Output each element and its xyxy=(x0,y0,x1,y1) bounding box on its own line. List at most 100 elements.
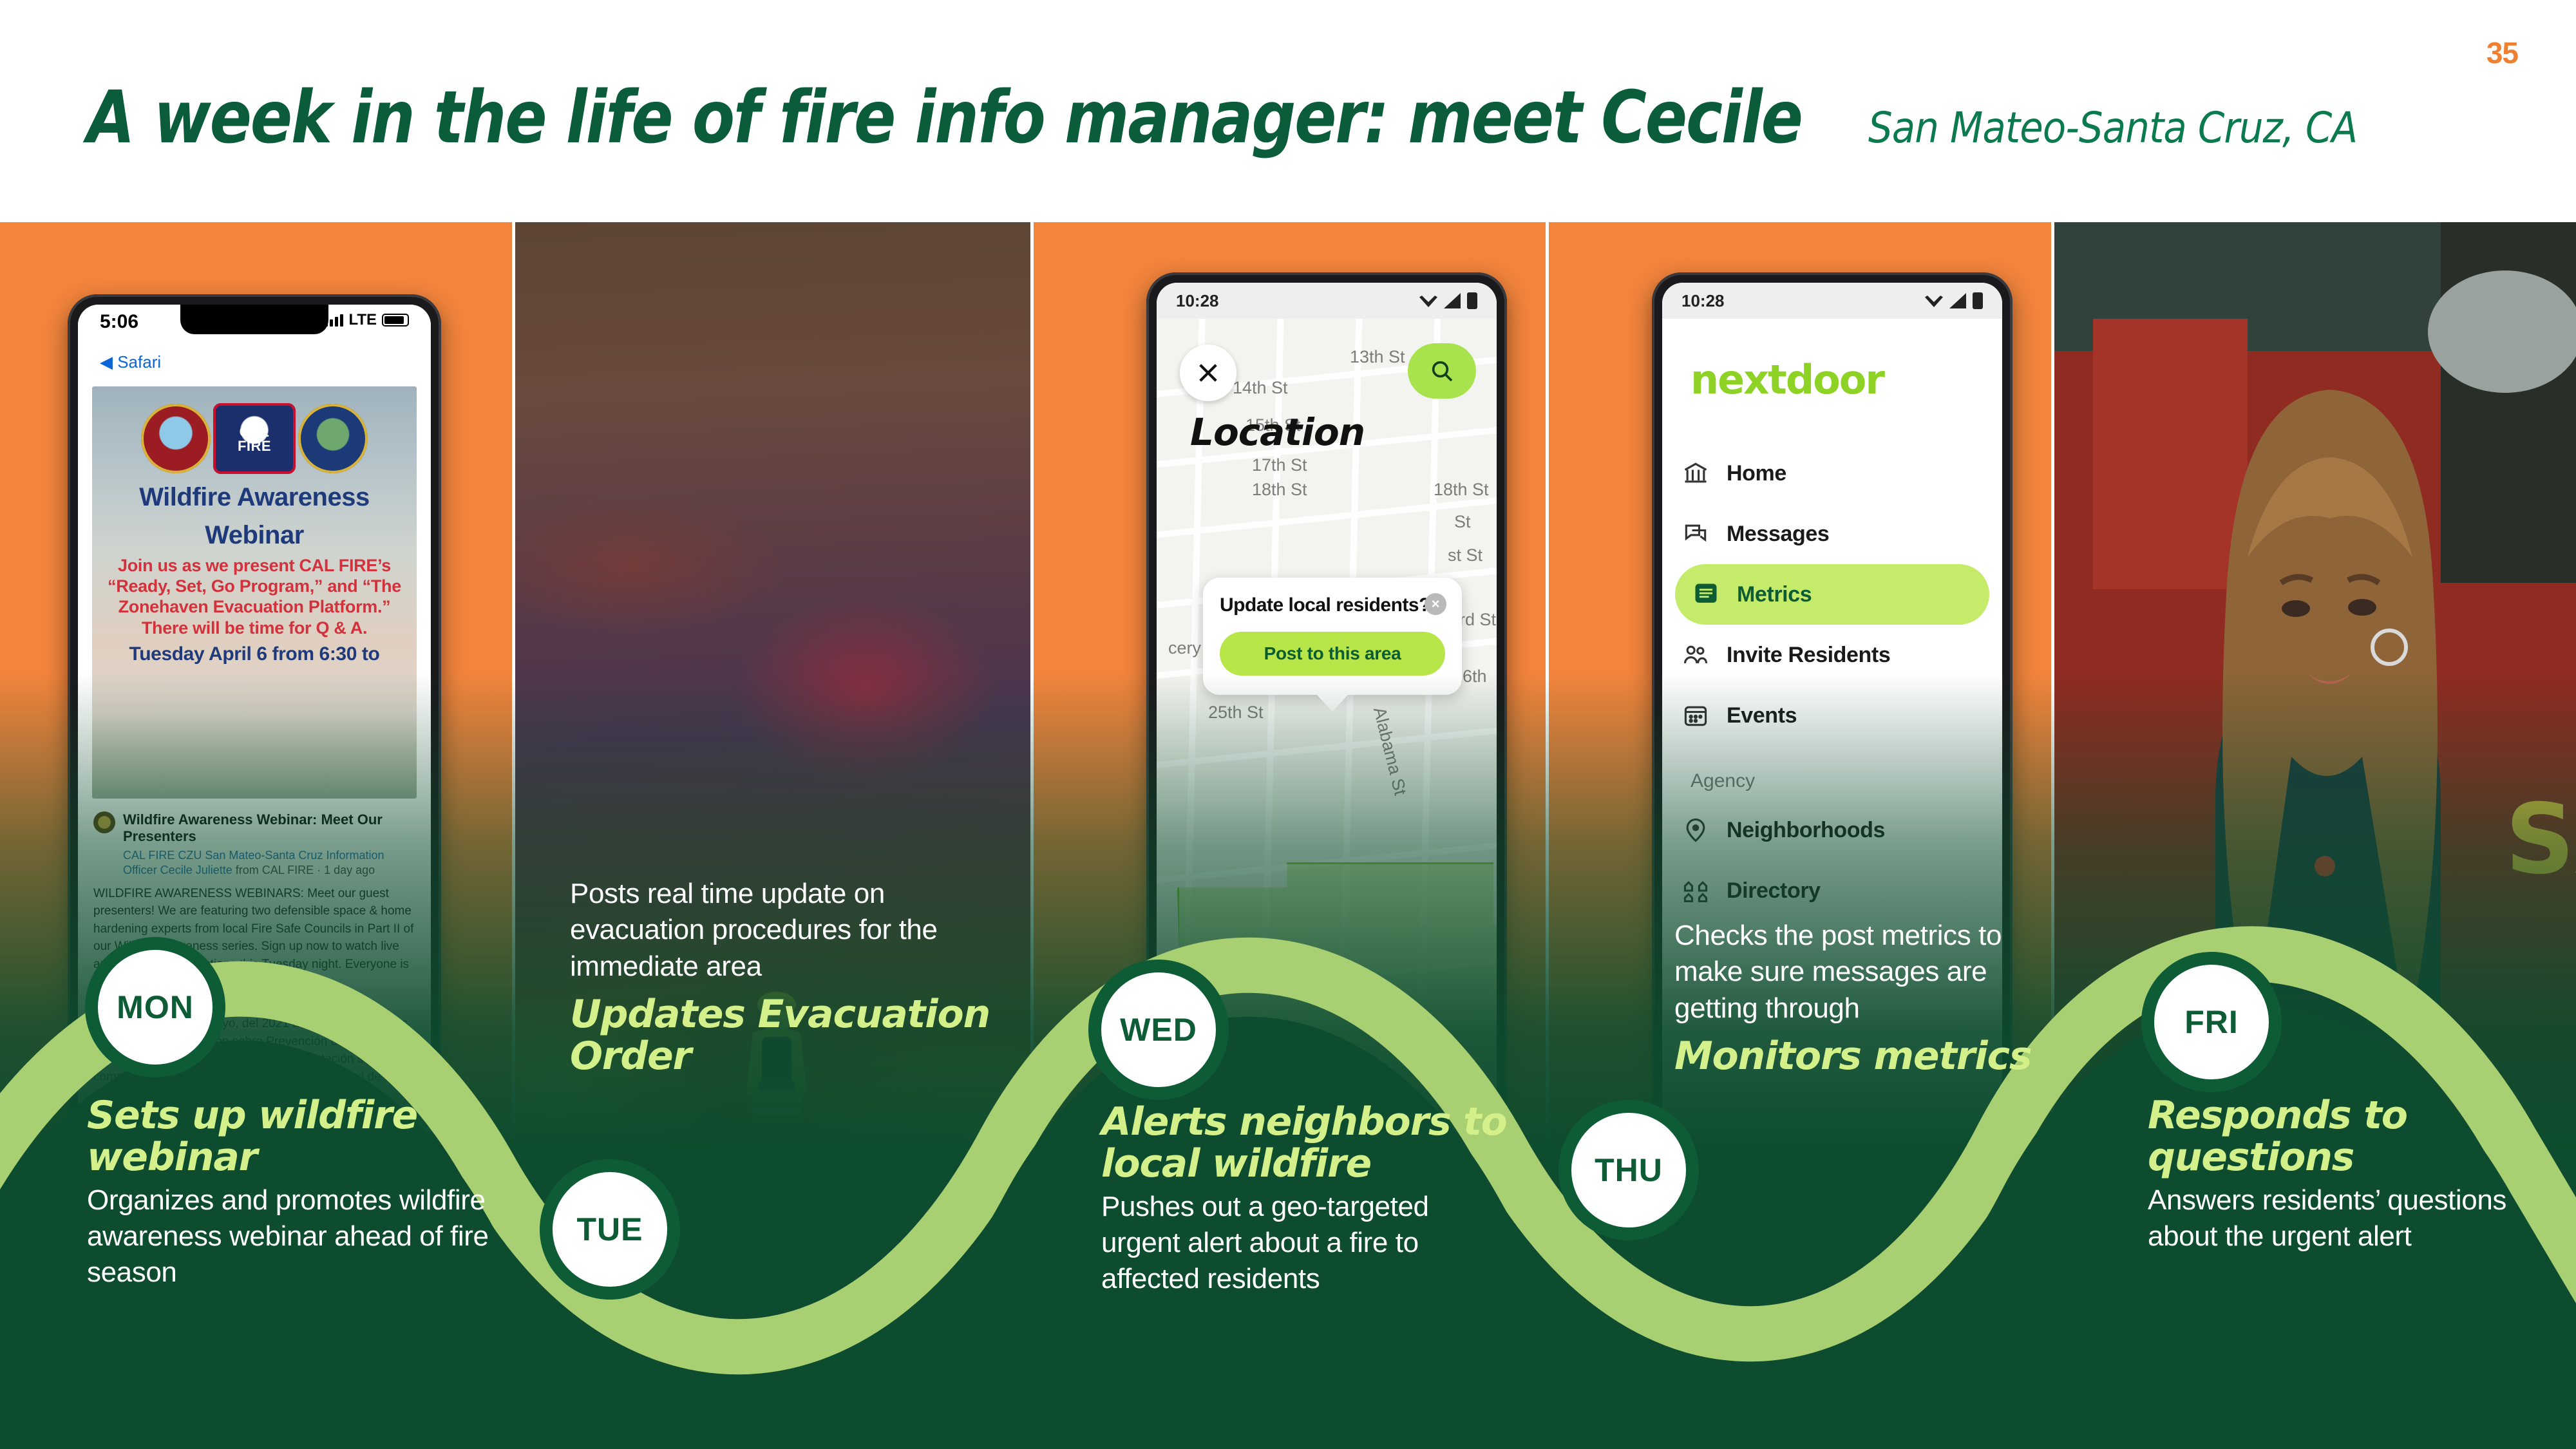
column-thursday: 10:28 nextdoor Home Messages Metrics Inv… xyxy=(1549,222,2051,1449)
network-label: LTE xyxy=(348,311,377,328)
menu-item-messages[interactable]: Messages xyxy=(1662,504,2002,564)
cal-fire-badge-text: CAL FIRE xyxy=(237,424,272,454)
back-to-safari-link[interactable]: ◀ Safari xyxy=(78,351,431,377)
wifi-icon xyxy=(1419,296,1437,307)
houses-icon xyxy=(1683,880,1708,903)
map-label: 17th St xyxy=(1252,455,1307,475)
coastside-fire-badge-icon xyxy=(141,404,211,473)
menu-item-events[interactable]: Events xyxy=(1662,685,2002,746)
post-title: Wildfire Awareness Webinar: Meet Our Pre… xyxy=(123,811,383,845)
battery-icon xyxy=(382,314,409,327)
post-meta: CAL FIRE CZU San Mateo-Santa Cruz Inform… xyxy=(123,848,415,878)
menu-item-home[interactable]: Home xyxy=(1662,443,2002,504)
calendar-icon xyxy=(1684,706,1707,726)
battery-icon xyxy=(1973,292,1983,309)
menu-section-label-agency: Agency xyxy=(1690,770,1756,791)
update-residents-callout: Update local residents? × Post to this a… xyxy=(1203,578,1462,695)
avatar xyxy=(93,811,115,833)
map-label: 25th St xyxy=(1208,703,1264,722)
column-friday: SA xyxy=(2054,222,2576,1449)
caption-thu: Checks the post metrics to make sure mes… xyxy=(1674,918,2074,1077)
callout-title: Update local residents? xyxy=(1220,594,1430,616)
caption-fri: Responds to questions Answers residents’… xyxy=(2148,1095,2547,1255)
page-subtitle: San Mateo-Santa Cruz, CA xyxy=(1868,103,2358,153)
status-right: LTE xyxy=(325,311,409,329)
caption-body: Organizes and promotes wildfire awarenes… xyxy=(87,1184,489,1289)
map-label: St xyxy=(1454,512,1471,531)
caption-headline: Sets up wildfire webinar xyxy=(87,1093,418,1180)
slide-header: 35 A week in the life of fire info manag… xyxy=(0,0,2576,222)
webinar-flyer-image: CAL FIRE Wildfire Awareness Webinar Join … xyxy=(92,386,417,799)
android-status-bar: 10:28 xyxy=(1157,283,1497,319)
menu-item-invite-residents[interactable]: Invite Residents xyxy=(1662,625,2002,685)
caption-body: Checks the post metrics to make sure mes… xyxy=(1674,920,2002,1024)
android-mockup-thursday: 10:28 nextdoor Home Messages Metrics Inv… xyxy=(1652,272,2012,1406)
caption-tue: Posts real time update on evacuation pro… xyxy=(570,876,995,1077)
map-label: 14th St xyxy=(1233,378,1288,397)
location-screen-title: Location xyxy=(1190,410,1365,454)
caption-wed: Alerts neighbors to local wildfire Pushe… xyxy=(1101,1101,1513,1298)
post-header: Wildfire Awareness Webinar: Meet Our Pre… xyxy=(93,811,415,878)
day-badge-thu: THU xyxy=(1558,1100,1699,1240)
status-icons xyxy=(1925,292,1983,309)
battery-icon xyxy=(1467,292,1477,309)
nextdoor-main-menu: Home Messages Metrics Invite Residents E… xyxy=(1662,443,2002,746)
map-label: 18th St xyxy=(1434,480,1489,499)
post-meta-suffix: from CAL FIRE · 1 day ago xyxy=(235,864,375,877)
chat-bubbles-icon xyxy=(1685,524,1707,542)
document-lines-icon xyxy=(1695,583,1717,603)
title-row: A week in the life of fire info manager:… xyxy=(87,76,2412,160)
portrait-illustration: SA xyxy=(2054,222,2576,1449)
status-time: 10:28 xyxy=(1681,290,1725,310)
cellular-icon xyxy=(1949,293,1966,308)
map-label: 18th St xyxy=(1252,480,1307,499)
caption-body: Answers residents’ questions about the u… xyxy=(2148,1184,2506,1252)
page-title: A week in the life of fire info manager:… xyxy=(87,76,1803,160)
cecile-portrait-photo: SA xyxy=(2054,222,2576,1449)
people-icon xyxy=(1683,645,1708,663)
cellular-icon xyxy=(1444,293,1461,308)
map-label: 13th St xyxy=(1350,347,1405,366)
menu-item-directory[interactable]: Directory xyxy=(1662,860,2002,921)
status-icons xyxy=(1419,292,1477,309)
day-badge-fri: FRI xyxy=(2141,952,2282,1092)
wifi-icon xyxy=(1925,296,1943,307)
caption-body: Posts real time update on evacuation pro… xyxy=(570,878,938,982)
caption-headline: Monitors metrics xyxy=(1674,1033,2032,1079)
status-time: 5:06 xyxy=(100,311,139,332)
status-time: 10:28 xyxy=(1176,290,1219,310)
agency-badges: CAL FIRE xyxy=(92,386,417,474)
search-icon[interactable] xyxy=(1408,343,1476,399)
caption-headline: Alerts neighbors to local wildfire xyxy=(1101,1099,1508,1186)
page-number: 35 xyxy=(2486,36,2519,70)
day-badge-wed: WED xyxy=(1088,960,1229,1100)
flyer-red-text: Join us as we present CAL FIRE’s “Ready,… xyxy=(108,555,401,638)
bank-icon xyxy=(1684,462,1707,483)
slide-root: 35 A week in the life of fire info manag… xyxy=(0,0,2576,1449)
map-pin-icon xyxy=(1686,818,1705,842)
menu-item-neighborhoods[interactable]: Neighborhoods xyxy=(1662,800,2002,860)
close-icon[interactable] xyxy=(1180,345,1236,401)
nextdoor-logo: nextdoor xyxy=(1690,356,1885,403)
day-badge-mon: MON xyxy=(85,937,225,1077)
notch xyxy=(180,305,328,334)
san-mateo-county-fire-badge-icon xyxy=(298,404,368,473)
android-status-bar: 10:28 xyxy=(1662,283,2002,319)
flyer-date-line: Tuesday April 6 from 6:30 to xyxy=(129,643,380,665)
flyer-heading-line1: Wildfire Awareness xyxy=(139,483,370,511)
ios-status-bar: 5:06 LTE xyxy=(78,305,431,351)
flyer-heading-line2: Webinar xyxy=(205,520,304,549)
android-screen-thursday: 10:28 nextdoor Home Messages Metrics Inv… xyxy=(1662,283,2002,1406)
menu-item-metrics[interactable]: Metrics xyxy=(1675,564,1989,625)
day-badge-tue: TUE xyxy=(540,1159,680,1300)
caption-headline: Responds to questions xyxy=(2148,1093,2408,1180)
cal-fire-badge-icon: CAL FIRE xyxy=(213,403,296,474)
caption-headline: Updates Evacuation Order xyxy=(570,991,990,1079)
nextdoor-menu-screen: nextdoor Home Messages Metrics Invite Re… xyxy=(1662,319,2002,1406)
close-icon[interactable]: × xyxy=(1425,593,1446,615)
post-to-this-area-button[interactable]: Post to this area xyxy=(1220,632,1445,676)
map-label: st St xyxy=(1448,545,1483,565)
caption-mon: Sets up wildfire webinar Organizes and p… xyxy=(87,1095,506,1291)
svg-text:SA: SA xyxy=(2505,784,2576,896)
caption-body: Pushes out a geo-targeted urgent alert a… xyxy=(1101,1190,1429,1295)
